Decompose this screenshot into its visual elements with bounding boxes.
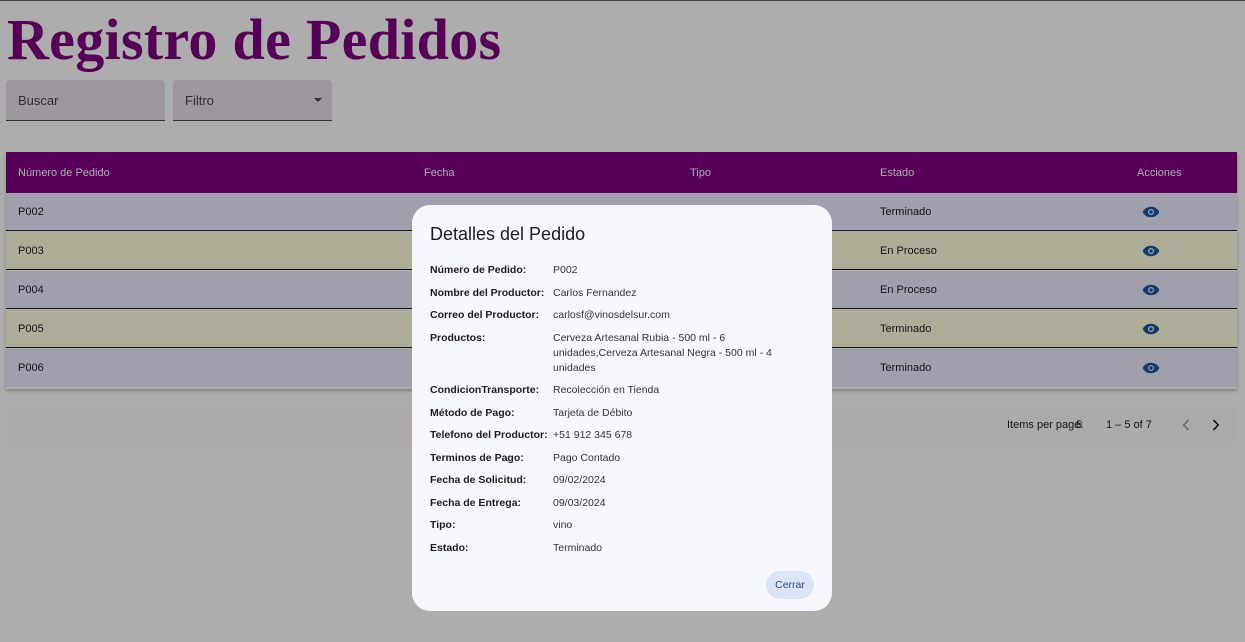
detail-label: Terminos de Pago: bbox=[430, 452, 524, 464]
order-details-dialog: Detalles del Pedido Número de Pedido: P0… bbox=[412, 205, 832, 611]
detail-value: Terminado bbox=[553, 542, 603, 554]
detail-value: 09/03/2024 bbox=[553, 497, 606, 509]
detail-value: 09/02/2024 bbox=[553, 474, 606, 486]
detail-label: Número de Pedido: bbox=[430, 264, 527, 276]
detail-label: Tipo: bbox=[430, 519, 456, 531]
detail-label: CondicionTransporte: bbox=[430, 384, 540, 396]
detail-label: Estado: bbox=[430, 542, 469, 554]
detail-label: Productos: bbox=[430, 332, 486, 344]
dialog-title: Detalles del Pedido bbox=[430, 224, 586, 244]
detail-label: Método de Pago: bbox=[430, 407, 515, 419]
detail-value: Pago Contado bbox=[553, 452, 621, 464]
detail-value: +51 912 345 678 bbox=[553, 429, 633, 441]
detail-label: Fecha de Entrega: bbox=[430, 497, 522, 509]
detail-label: Correo del Productor: bbox=[430, 309, 540, 321]
detail-value: Cerveza Artesanal Rubia - 500 ml - 6 uni… bbox=[553, 332, 772, 374]
detail-value: carlosf@vinosdelsur.com bbox=[553, 309, 670, 321]
detail-value: vino bbox=[553, 519, 573, 531]
close-button[interactable]: Cerrar bbox=[766, 571, 814, 599]
detail-value: P002 bbox=[553, 264, 578, 276]
detail-label: Fecha de Solicitud: bbox=[430, 474, 527, 486]
detail-label: Telefono del Productor: bbox=[430, 429, 548, 441]
detail-value: Carlos Fernandez bbox=[553, 287, 637, 299]
detail-label: Nombre del Productor: bbox=[430, 287, 545, 299]
detail-value: Tarjeta de Débito bbox=[553, 407, 633, 419]
detail-value: Recolección en Tienda bbox=[553, 384, 660, 396]
